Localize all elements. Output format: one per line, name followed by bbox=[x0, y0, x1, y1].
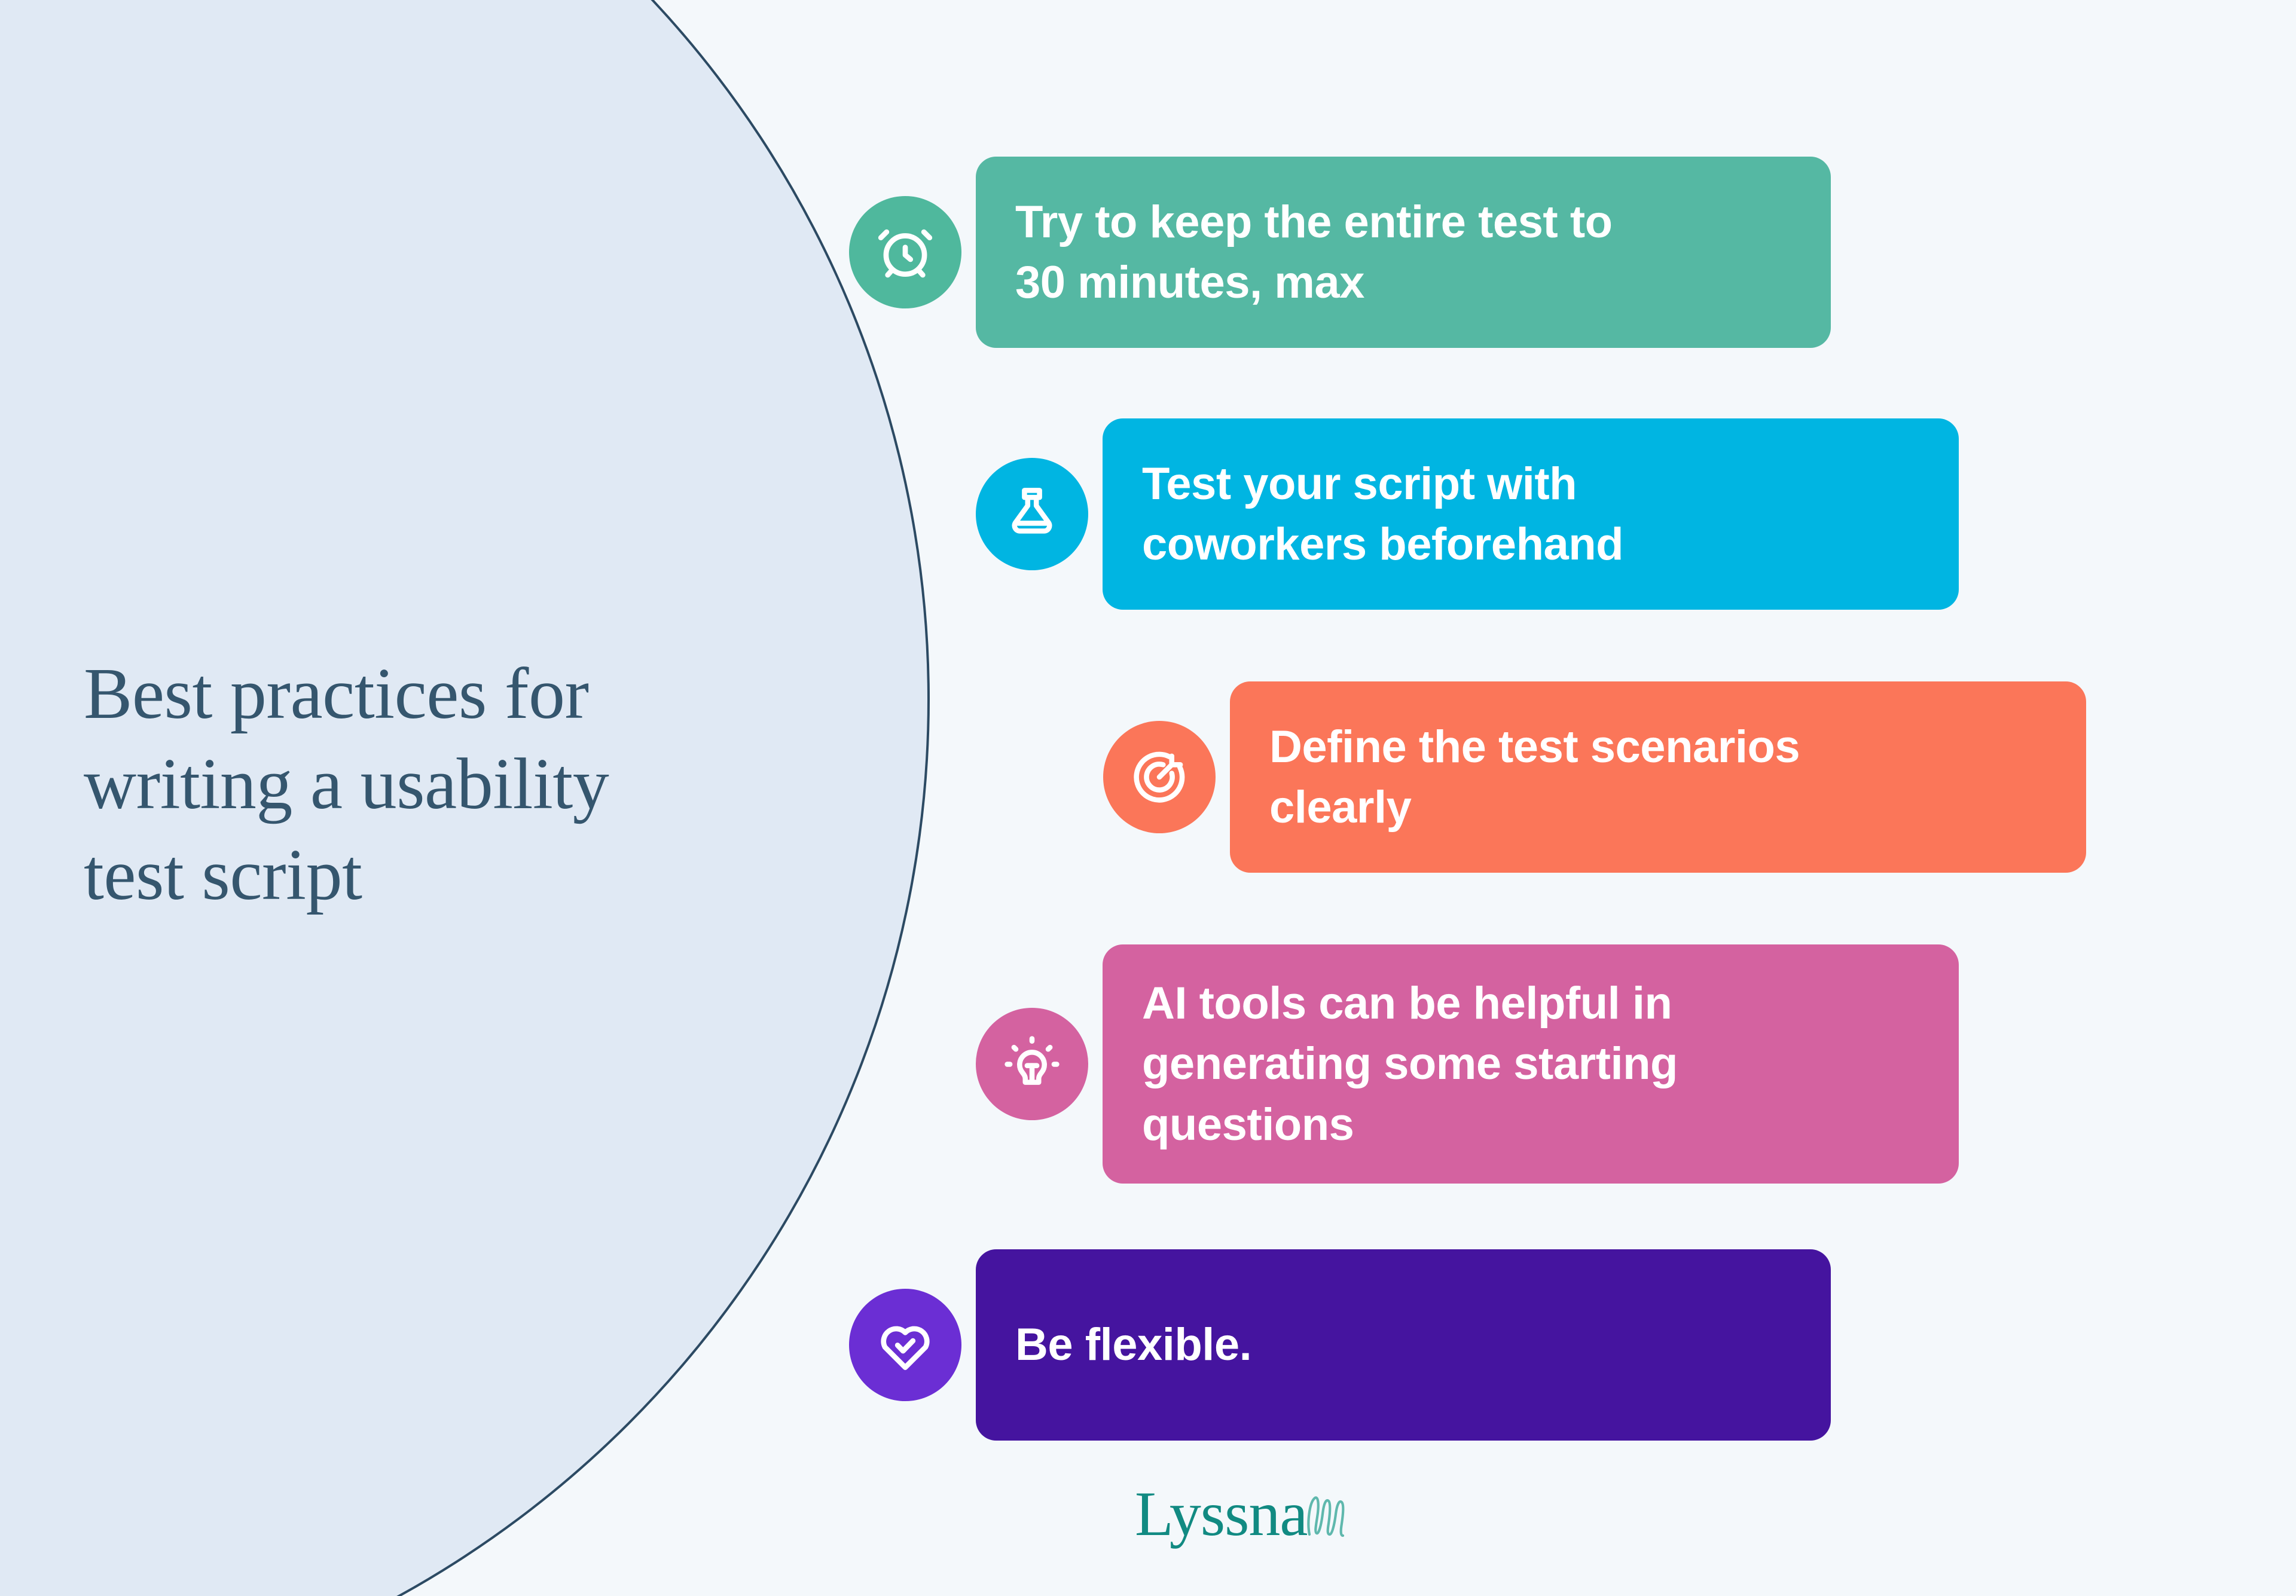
tip-card-3-label: Define the test scenarios clearly bbox=[1269, 721, 1800, 833]
tip-row-4: AI tools can be helpful in generating so… bbox=[976, 944, 1959, 1184]
tip-row-1: Try to keep the entire test to 30 minute… bbox=[849, 157, 1831, 348]
tip-card-4-label: AI tools can be helpful in generating so… bbox=[1142, 978, 1678, 1150]
lyssna-logo: Lyssna bbox=[1135, 1482, 1361, 1546]
tip-card-1-label: Try to keep the entire test to 30 minute… bbox=[1015, 196, 1613, 308]
tip-card-1: Try to keep the entire test to 30 minute… bbox=[976, 157, 1831, 348]
page-title: Best practices for writing a usability t… bbox=[84, 653, 609, 915]
tip-card-2-label: Test your script with coworkers beforeha… bbox=[1142, 458, 1624, 570]
tip-card-3: Define the test scenarios clearly bbox=[1230, 681, 2086, 873]
tip-card-2: Test your script with coworkers beforeha… bbox=[1103, 418, 1959, 610]
heart-check-icon bbox=[849, 1289, 961, 1401]
lyssna-wordmark: Lyssna bbox=[1135, 1479, 1308, 1549]
tip-card-4: AI tools can be helpful in generating so… bbox=[1103, 944, 1959, 1184]
alarm-clock-icon bbox=[849, 196, 961, 308]
infographic-canvas: Best practices for writing a usability t… bbox=[0, 0, 2296, 1596]
tip-card-5-label: Be flexible. bbox=[1015, 1319, 1252, 1371]
tip-card-5: Be flexible. bbox=[976, 1249, 1831, 1441]
flask-icon bbox=[976, 458, 1088, 570]
target-arrow-icon bbox=[1103, 721, 1216, 833]
lightbulb-icon bbox=[976, 1008, 1088, 1120]
tip-row-3: Define the test scenarios clearly bbox=[1103, 681, 2086, 873]
tip-row-2: Test your script with coworkers beforeha… bbox=[976, 418, 1959, 610]
wave-mark-icon bbox=[1303, 1491, 1361, 1541]
tip-row-5: Be flexible. bbox=[849, 1249, 1831, 1441]
